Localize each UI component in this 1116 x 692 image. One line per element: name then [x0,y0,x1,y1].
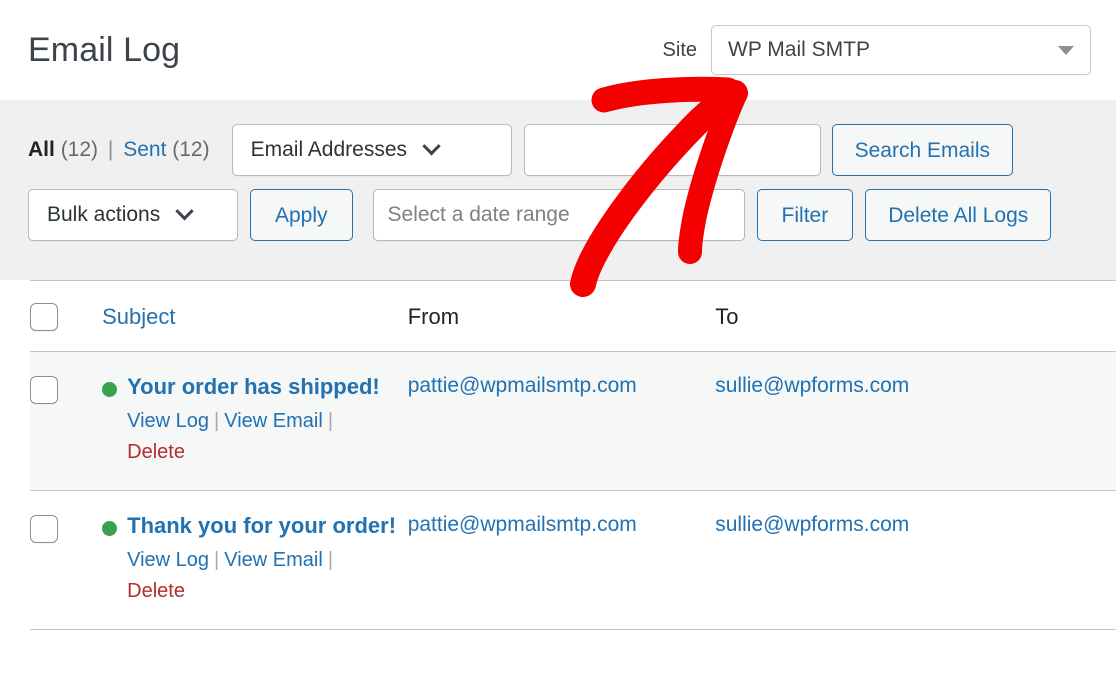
row-checkbox-cell [30,490,103,630]
row-actions: View Log | View Email | Delete [102,406,408,468]
from-email-link[interactable]: pattie@wpmailsmtp.com [408,374,637,397]
view-all-count: (12) [60,138,99,161]
table-header: Subject From To [30,281,1116,353]
row-subject-cell: Thank you for your order! View Log | View … [102,490,408,630]
site-label: Site [662,38,697,61]
view-email-link[interactable]: View Email [224,549,323,571]
view-separator: | [107,138,114,161]
apply-button[interactable]: Apply [250,189,353,241]
table-row: Thank you for your order! View Log | View … [30,490,1116,630]
select-all-checkbox[interactable] [30,303,58,332]
column-header-from: From [407,281,716,353]
view-all-link[interactable]: All [28,138,55,161]
status-dot-icon [102,382,118,398]
column-header-to: To [715,281,1116,353]
bulk-actions-select-value: Bulk actions [47,203,161,226]
delete-all-logs-button[interactable]: Delete All Logs [865,189,1052,241]
table-header-row: Subject From To [30,281,1116,353]
page-header: Email Log Site WP Mail SMTP [0,0,1116,100]
email-addresses-select[interactable]: Email Addresses [231,124,512,176]
page-title: Email Log [28,31,181,69]
subject-line: Thank you for your order! [102,511,408,541]
email-log-table-container: Subject From To Your order has shipped! [30,280,1116,692]
view-sent-count: (12) [172,138,210,161]
row-from-cell: pattie@wpmailsmtp.com [407,490,716,630]
to-email-link[interactable]: sullie@wpforms.com [715,374,909,397]
subject-link[interactable]: Your order has shipped! [127,372,380,402]
subject-line: Your order has shipped! [102,372,408,402]
row-from-cell: pattie@wpmailsmtp.com [407,351,716,491]
view-log-link[interactable]: View Log [127,410,209,432]
chevron-down-icon [422,136,441,155]
filter-button[interactable]: Filter [756,189,854,241]
row-to-cell: sullie@wpforms.com [715,490,1116,630]
site-selector-group: Site WP Mail SMTP [663,25,1091,75]
view-email-link[interactable]: View Email [224,410,323,432]
status-dot-icon [102,520,118,536]
column-header-subject[interactable]: Subject [102,281,408,353]
row-subject-cell: Your order has shipped! View Log | View Em… [102,351,408,491]
site-select-value: WP Mail SMTP [728,38,870,61]
delete-link[interactable]: Delete [127,441,185,463]
search-input[interactable] [523,124,821,176]
action-divider: | [327,409,334,432]
select-all-header [30,281,103,353]
toolbar-row-bulk: Bulk actions Apply Filter Delete All Log… [28,186,1091,244]
table-body: Your order has shipped! View Log | View Em… [30,351,1116,630]
bulk-actions-select[interactable]: Bulk actions [28,189,238,241]
chevron-down-icon [1058,45,1074,55]
search-emails-button[interactable]: Search Emails [831,124,1013,176]
email-log-page: Email Log Site WP Mail SMTP All (12) | S… [0,0,1116,692]
view-counts: All (12) | Sent (12) [28,138,210,162]
action-divider: | [327,548,334,571]
chevron-down-icon [175,201,194,220]
email-log-table: Subject From To Your order has shipped! [30,281,1116,630]
row-select-checkbox[interactable] [30,376,58,405]
row-select-checkbox[interactable] [30,514,58,543]
view-sent-link[interactable]: Sent [123,138,166,161]
toolbar-row-search: All (12) | Sent (12) Email Addresses Sea… [28,114,1091,186]
delete-link[interactable]: Delete [127,580,185,602]
table-row: Your order has shipped! View Log | View Em… [30,351,1116,491]
from-email-link[interactable]: pattie@wpmailsmtp.com [408,513,637,536]
email-addresses-select-value: Email Addresses [250,138,408,161]
filters-toolbar: All (12) | Sent (12) Email Addresses Sea… [0,100,1116,280]
subject-link[interactable]: Thank you for your order! [127,511,396,541]
date-range-input[interactable] [372,189,745,241]
action-divider: | [214,409,220,432]
to-email-link[interactable]: sullie@wpforms.com [715,513,909,536]
row-to-cell: sullie@wpforms.com [715,351,1116,491]
row-checkbox-cell [30,351,103,491]
site-select[interactable]: WP Mail SMTP [711,25,1091,75]
action-divider: | [214,548,220,571]
row-actions: View Log | View Email | Delete [102,545,408,607]
view-log-link[interactable]: View Log [127,549,209,571]
